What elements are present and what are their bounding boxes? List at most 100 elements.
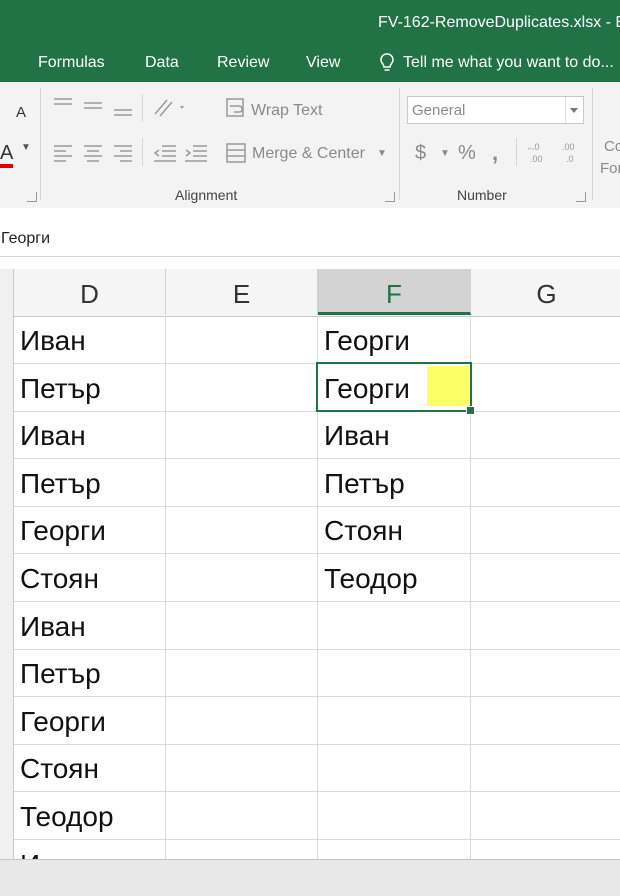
cell-g[interactable] bbox=[471, 744, 620, 791]
decrease-decimal-icon[interactable]: .00.0 bbox=[558, 140, 584, 166]
table-row: Иван Георги bbox=[14, 316, 620, 364]
row-headers[interactable] bbox=[0, 269, 14, 859]
font-size-button[interactable]: A bbox=[16, 104, 26, 121]
cell-e[interactable] bbox=[166, 506, 318, 554]
table-row: И bbox=[14, 839, 620, 859]
align-left-icon[interactable] bbox=[52, 142, 74, 164]
svg-text:.0: .0 bbox=[566, 154, 574, 164]
cell-d[interactable]: Иван bbox=[14, 316, 166, 363]
column-header-d[interactable]: D bbox=[14, 269, 166, 315]
tab-review[interactable]: Review bbox=[217, 54, 269, 72]
currency-button[interactable]: $ bbox=[415, 142, 426, 165]
cell-d[interactable]: Георги bbox=[14, 696, 166, 744]
cell-f[interactable] bbox=[318, 744, 471, 792]
merge-center-button[interactable]: Merge & Center bbox=[252, 145, 365, 163]
ribbon-tabs: Formulas Data Review View Tell me what y… bbox=[0, 44, 620, 82]
wrap-text-icon[interactable] bbox=[225, 96, 247, 120]
bottom-align-icon[interactable] bbox=[112, 96, 134, 120]
cell-grid[interactable]: Иван Георги Петър Георги Иван Иван Петър Петър Г… bbox=[14, 316, 620, 859]
font-color-dropdown-icon[interactable]: ▼ bbox=[21, 142, 31, 153]
cell-d[interactable]: И bbox=[14, 839, 166, 859]
font-color-button[interactable]: A bbox=[0, 142, 13, 165]
cell-e[interactable] bbox=[166, 363, 318, 411]
increase-indent-icon[interactable] bbox=[183, 142, 209, 164]
tab-data[interactable]: Data bbox=[145, 54, 179, 72]
cell-d[interactable]: Петър bbox=[14, 363, 166, 411]
cell-f[interactable] bbox=[318, 792, 471, 839]
top-align-icon[interactable] bbox=[52, 96, 74, 116]
status-bar bbox=[0, 859, 620, 896]
cell-g[interactable] bbox=[471, 316, 620, 363]
cell-g[interactable] bbox=[471, 459, 620, 506]
cell-d[interactable]: Стоян bbox=[14, 554, 166, 601]
cell-d[interactable]: Иван bbox=[14, 601, 166, 649]
cell-f[interactable] bbox=[318, 601, 471, 649]
number-dialog-launcher-icon[interactable] bbox=[576, 192, 586, 202]
align-center-icon[interactable] bbox=[82, 142, 104, 164]
currency-dropdown-icon[interactable]: ▼ bbox=[440, 148, 450, 159]
conditional-formatting-button[interactable]: Co bbox=[604, 138, 620, 155]
cell-f[interactable] bbox=[318, 696, 471, 744]
table-row: Иван bbox=[14, 601, 620, 650]
decrease-indent-icon[interactable] bbox=[152, 142, 178, 164]
percent-button[interactable]: % bbox=[458, 142, 476, 165]
column-header-g[interactable]: G bbox=[471, 269, 620, 315]
cell-e[interactable] bbox=[166, 458, 318, 506]
tab-view[interactable]: View bbox=[306, 54, 340, 72]
wrap-text-button[interactable]: Wrap Text bbox=[251, 102, 322, 120]
cell-f[interactable]: Иван bbox=[318, 411, 471, 459]
cell-g[interactable] bbox=[471, 602, 620, 649]
cell-d[interactable]: Георги bbox=[14, 506, 166, 554]
font-dialog-launcher-icon[interactable] bbox=[27, 192, 37, 202]
cell-d[interactable]: Петър bbox=[14, 649, 166, 697]
cell-e[interactable] bbox=[166, 411, 318, 459]
formula-bar-content[interactable]: Георги bbox=[1, 230, 50, 248]
cell-g[interactable] bbox=[471, 411, 620, 458]
cell-e[interactable] bbox=[166, 601, 318, 649]
cell-d[interactable]: Стоян bbox=[14, 744, 166, 792]
cell-g[interactable] bbox=[471, 792, 620, 839]
tell-me-search[interactable]: Tell me what you want to do... bbox=[403, 54, 614, 72]
table-row: Иван Иван bbox=[14, 411, 620, 460]
formula-bar[interactable]: Георги bbox=[0, 222, 620, 257]
cell-f[interactable]: Теодор bbox=[318, 554, 471, 601]
cell-e[interactable] bbox=[166, 839, 318, 859]
cell-f[interactable]: Георги bbox=[318, 316, 471, 363]
cell-g[interactable] bbox=[471, 506, 620, 553]
middle-align-icon[interactable] bbox=[82, 96, 104, 116]
cell-g[interactable] bbox=[471, 364, 620, 411]
cell-e[interactable] bbox=[166, 744, 318, 792]
column-header-f[interactable]: F bbox=[318, 269, 471, 315]
cell-e[interactable] bbox=[166, 554, 318, 601]
cell-f[interactable] bbox=[318, 839, 471, 859]
cell-f[interactable]: Стоян bbox=[318, 506, 471, 554]
table-row: Стоян bbox=[14, 744, 620, 793]
cell-e[interactable] bbox=[166, 696, 318, 744]
cell-d[interactable]: Теодор bbox=[14, 792, 166, 839]
column-header-e[interactable]: E bbox=[166, 269, 318, 315]
cell-f[interactable] bbox=[318, 649, 471, 697]
cell-d[interactable]: Иван bbox=[14, 411, 166, 459]
align-right-icon[interactable] bbox=[112, 142, 134, 164]
chevron-down-icon[interactable] bbox=[565, 97, 583, 123]
tab-formulas[interactable]: Formulas bbox=[38, 54, 105, 72]
cell-g[interactable] bbox=[471, 697, 620, 744]
comma-style-button[interactable]: , bbox=[492, 140, 498, 166]
number-format-select[interactable]: General bbox=[407, 96, 584, 124]
cell-e[interactable] bbox=[166, 316, 318, 363]
cell-g[interactable] bbox=[471, 649, 620, 696]
cell-g[interactable] bbox=[471, 840, 620, 859]
merge-dropdown-icon[interactable]: ▼ bbox=[377, 148, 387, 159]
cell-e[interactable] bbox=[166, 792, 318, 839]
cell-g[interactable] bbox=[471, 554, 620, 601]
ribbon-gap bbox=[0, 208, 620, 222]
cell-e[interactable] bbox=[166, 649, 318, 697]
alignment-dialog-launcher-icon[interactable] bbox=[385, 192, 395, 202]
orientation-icon[interactable] bbox=[152, 96, 188, 120]
cell-f[interactable]: Петър bbox=[318, 458, 471, 506]
svg-text:.00: .00 bbox=[530, 154, 543, 164]
cell-d[interactable]: Петър bbox=[14, 458, 166, 506]
merge-center-icon[interactable] bbox=[225, 142, 247, 164]
increase-decimal-icon[interactable]: .0.00← bbox=[526, 140, 552, 166]
fill-handle[interactable] bbox=[466, 406, 475, 415]
